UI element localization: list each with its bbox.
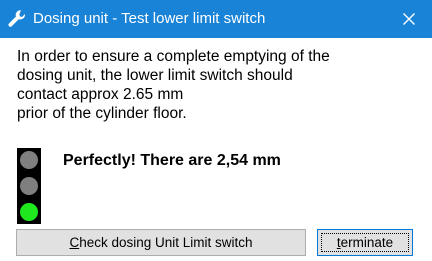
dialog-window: Dosing unit - Test lower limit switch In… <box>0 0 432 261</box>
message-line: prior of the cylinder floor. <box>17 105 187 122</box>
red-lamp <box>20 151 38 169</box>
traffic-light-indicator <box>17 148 41 224</box>
message-line: contact approx 2.65 mm <box>17 86 184 103</box>
instruction-message: In order to ensure a complete emptying o… <box>17 47 427 123</box>
result-text: Perfectly! There are 2,54 mm <box>63 152 281 169</box>
terminate-button-label: terminate <box>336 235 394 250</box>
check-button-label: Check dosing Unit Limit switch <box>69 235 253 250</box>
close-icon <box>403 13 415 25</box>
green-lamp <box>20 203 38 221</box>
yellow-lamp <box>20 177 38 195</box>
title-bar[interactable]: Dosing unit - Test lower limit switch <box>0 0 432 38</box>
check-limit-switch-button[interactable]: Check dosing Unit Limit switch <box>16 229 306 256</box>
window-title: Dosing unit - Test lower limit switch <box>33 10 266 27</box>
terminate-button[interactable]: terminate <box>317 229 413 256</box>
close-button[interactable] <box>386 0 432 38</box>
message-line: In order to ensure a complete emptying o… <box>17 48 330 65</box>
wrench-icon <box>8 10 26 27</box>
message-line: dosing unit, the lower limit switch shou… <box>17 67 293 84</box>
